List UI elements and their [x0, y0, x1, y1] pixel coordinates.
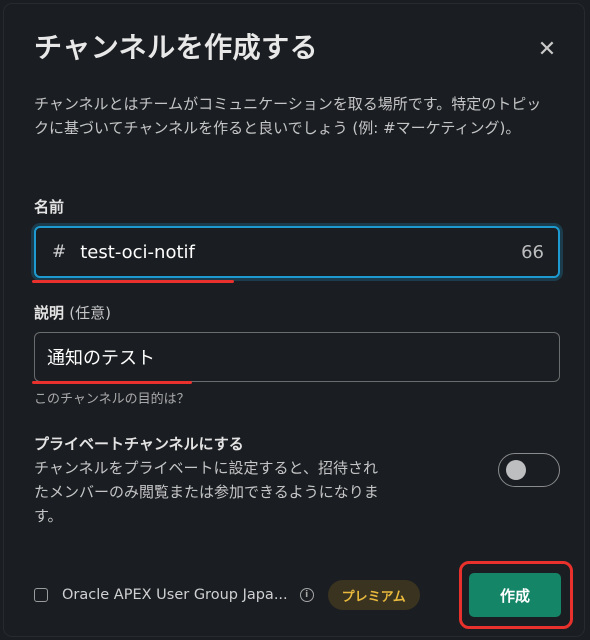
description-label: 説明 (任意) — [34, 302, 111, 323]
channel-name-input[interactable]: # test-oci-notif 66 — [34, 226, 560, 278]
modal-description: チャンネルとはチームがコミュニケーションを取る場所です。特定のトピックに基づいて… — [34, 95, 542, 137]
modal-title: チャンネルを作成する — [34, 31, 319, 64]
create-channel-modal: チャンネルを作成する ✕ チャンネルとはチームがコミュニケーションを取る場所です… — [4, 4, 584, 636]
char-counter: 66 — [521, 241, 544, 263]
channel-description-value[interactable]: 通知のテスト — [47, 344, 155, 370]
name-label: 名前 — [34, 198, 65, 216]
create-button[interactable]: 作成 — [469, 573, 561, 617]
highlight-underline-description — [32, 381, 192, 384]
optional-label: (任意) — [69, 304, 111, 322]
channel-description-input[interactable]: 通知のテスト — [34, 332, 560, 382]
highlight-underline-name — [32, 280, 234, 283]
close-icon[interactable]: ✕ — [532, 34, 562, 64]
private-channel-description: チャンネルをプライベートに設定すると、招待されたメンバーのみ閲覧または参加できる… — [34, 459, 379, 525]
toggle-knob — [506, 460, 526, 480]
share-workspace-checkbox[interactable] — [34, 588, 48, 602]
footer-row: Oracle APEX User Group Japa... i プレミアム — [34, 580, 420, 610]
channel-name-value[interactable]: test-oci-notif — [80, 242, 521, 263]
info-icon[interactable]: i — [299, 588, 314, 602]
description-hint: このチャンネルの目的は？ — [34, 392, 190, 407]
description-label-text: 説明 — [34, 304, 65, 322]
workspace-label: Oracle APEX User Group Japa... — [62, 587, 288, 603]
premium-badge: プレミアム — [327, 580, 420, 610]
private-toggle[interactable] — [498, 453, 560, 487]
hash-prefix: # — [52, 242, 67, 262]
private-channel-title: プライベートチャンネルにする — [34, 435, 244, 453]
